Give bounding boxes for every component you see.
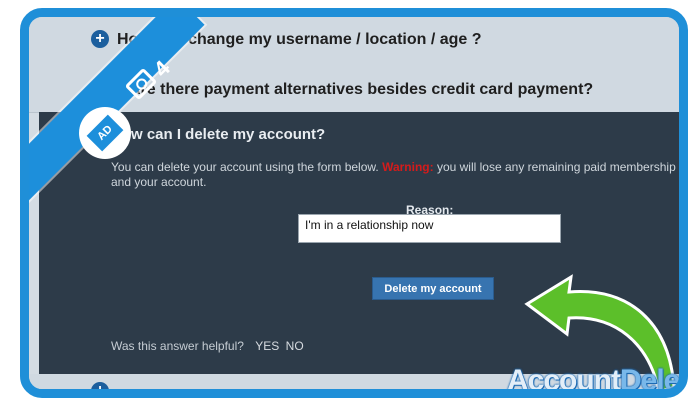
logo-text: AD [86, 114, 124, 152]
faq-question[interactable]: Are there payment alternatives besides c… [129, 81, 593, 99]
reason-input[interactable] [298, 214, 561, 243]
panel-description: You can delete your account using the fo… [111, 160, 679, 190]
helpful-yes-link[interactable]: YES [255, 339, 279, 353]
plus-icon[interactable]: + [91, 30, 109, 48]
watermark: AccountDeleters [507, 364, 688, 397]
watermark-text: Deleters [620, 364, 688, 397]
screenshot-frame: + How do I change my username / location… [20, 8, 688, 398]
account-deleters-logo-icon: AD [79, 107, 131, 159]
panel-title: How can I delete my account? [111, 126, 326, 143]
plus-icon[interactable]: + [91, 382, 109, 389]
description-text: You can delete your account using the fo… [111, 160, 383, 174]
helpful-question: Was this answer helpful? [111, 339, 244, 353]
warning-label: Warning: [382, 160, 434, 174]
helpful-prompt: Was this answer helpful? YES NO [111, 339, 304, 353]
delete-account-button[interactable]: Delete my account [372, 277, 494, 300]
watermark-text: Account [507, 364, 621, 397]
helpful-no-link[interactable]: NO [286, 339, 304, 353]
